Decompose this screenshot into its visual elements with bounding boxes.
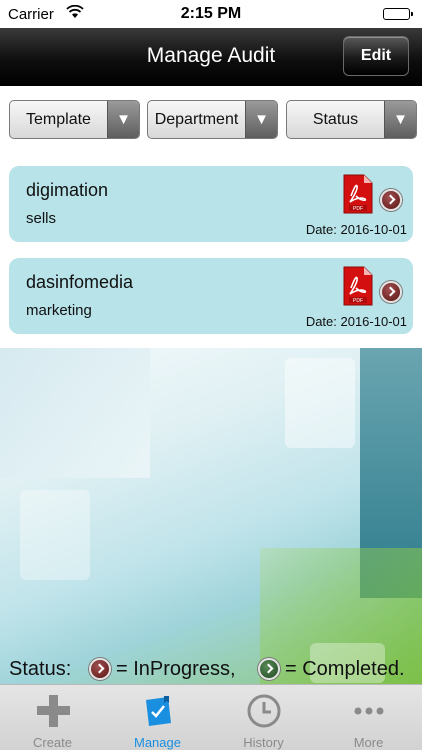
status-legend: Status: = InProgress, = Completed. [0, 656, 422, 682]
audit-card[interactable]: digimation sells PDF Date: 2016-10-01 [9, 166, 413, 242]
inprogress-status-icon[interactable] [380, 189, 402, 211]
tab-history-label: History [243, 735, 284, 750]
chevron-down-icon[interactable]: ▼ [384, 101, 416, 138]
tab-history[interactable]: History [211, 685, 316, 750]
inprogress-status-icon[interactable] [380, 281, 402, 303]
tab-create[interactable]: Create [0, 685, 105, 750]
audit-date: Date: 2016-10-01 [305, 222, 407, 237]
background-artwork [0, 348, 422, 684]
tab-more[interactable]: More [316, 685, 421, 750]
chevron-down-icon[interactable]: ▼ [245, 101, 277, 138]
plus-icon [35, 694, 71, 728]
navigation-bar: Manage Audit Edit [0, 28, 422, 86]
filter-bar: Template ▼ Department ▼ Status ▼ [0, 100, 422, 140]
template-filter[interactable]: Template ▼ [9, 100, 140, 139]
department-filter[interactable]: Department ▼ [147, 100, 278, 139]
tab-manage-label: Manage [134, 735, 181, 750]
legend-status-label: Status: [9, 658, 72, 680]
battery-icon [383, 8, 413, 20]
audit-name: dasinfomedia [26, 272, 134, 292]
edit-button[interactable]: Edit [343, 36, 409, 76]
svg-text:PDF: PDF [353, 298, 363, 304]
legend-completed-text: = Completed. [285, 658, 405, 680]
status-time: 2:15 PM [180, 5, 242, 22]
tab-bar: Create Manage History More [0, 684, 422, 750]
department-filter-label: Department [154, 110, 239, 128]
svg-text:PDF: PDF [353, 206, 363, 212]
tab-manage[interactable]: Manage [105, 685, 210, 750]
template-filter-label: Template [26, 110, 91, 128]
audit-department: marketing [26, 302, 92, 319]
manage-icon [140, 694, 176, 728]
status-filter-label: Status [312, 110, 359, 128]
inprogress-legend-icon [89, 658, 111, 680]
tab-create-label: Create [32, 735, 73, 750]
audit-department: sells [26, 210, 57, 227]
pdf-icon[interactable]: PDF [342, 174, 374, 214]
audit-name: digimation [26, 180, 109, 200]
audit-date: Date: 2016-10-01 [305, 314, 407, 329]
completed-legend-icon [258, 658, 280, 680]
status-bar: Carrier 2:15 PM [0, 0, 422, 28]
audit-card[interactable]: dasinfomedia marketing PDF Date: 2016-10… [9, 258, 413, 334]
clock-icon [246, 694, 282, 728]
tab-more-label: More [353, 735, 384, 750]
chevron-down-icon[interactable]: ▼ [107, 101, 139, 138]
pdf-icon[interactable]: PDF [342, 266, 374, 306]
legend-inprogress-text: = InProgress, [116, 658, 236, 680]
status-filter[interactable]: Status ▼ [286, 100, 417, 139]
more-dots-icon [351, 694, 387, 728]
